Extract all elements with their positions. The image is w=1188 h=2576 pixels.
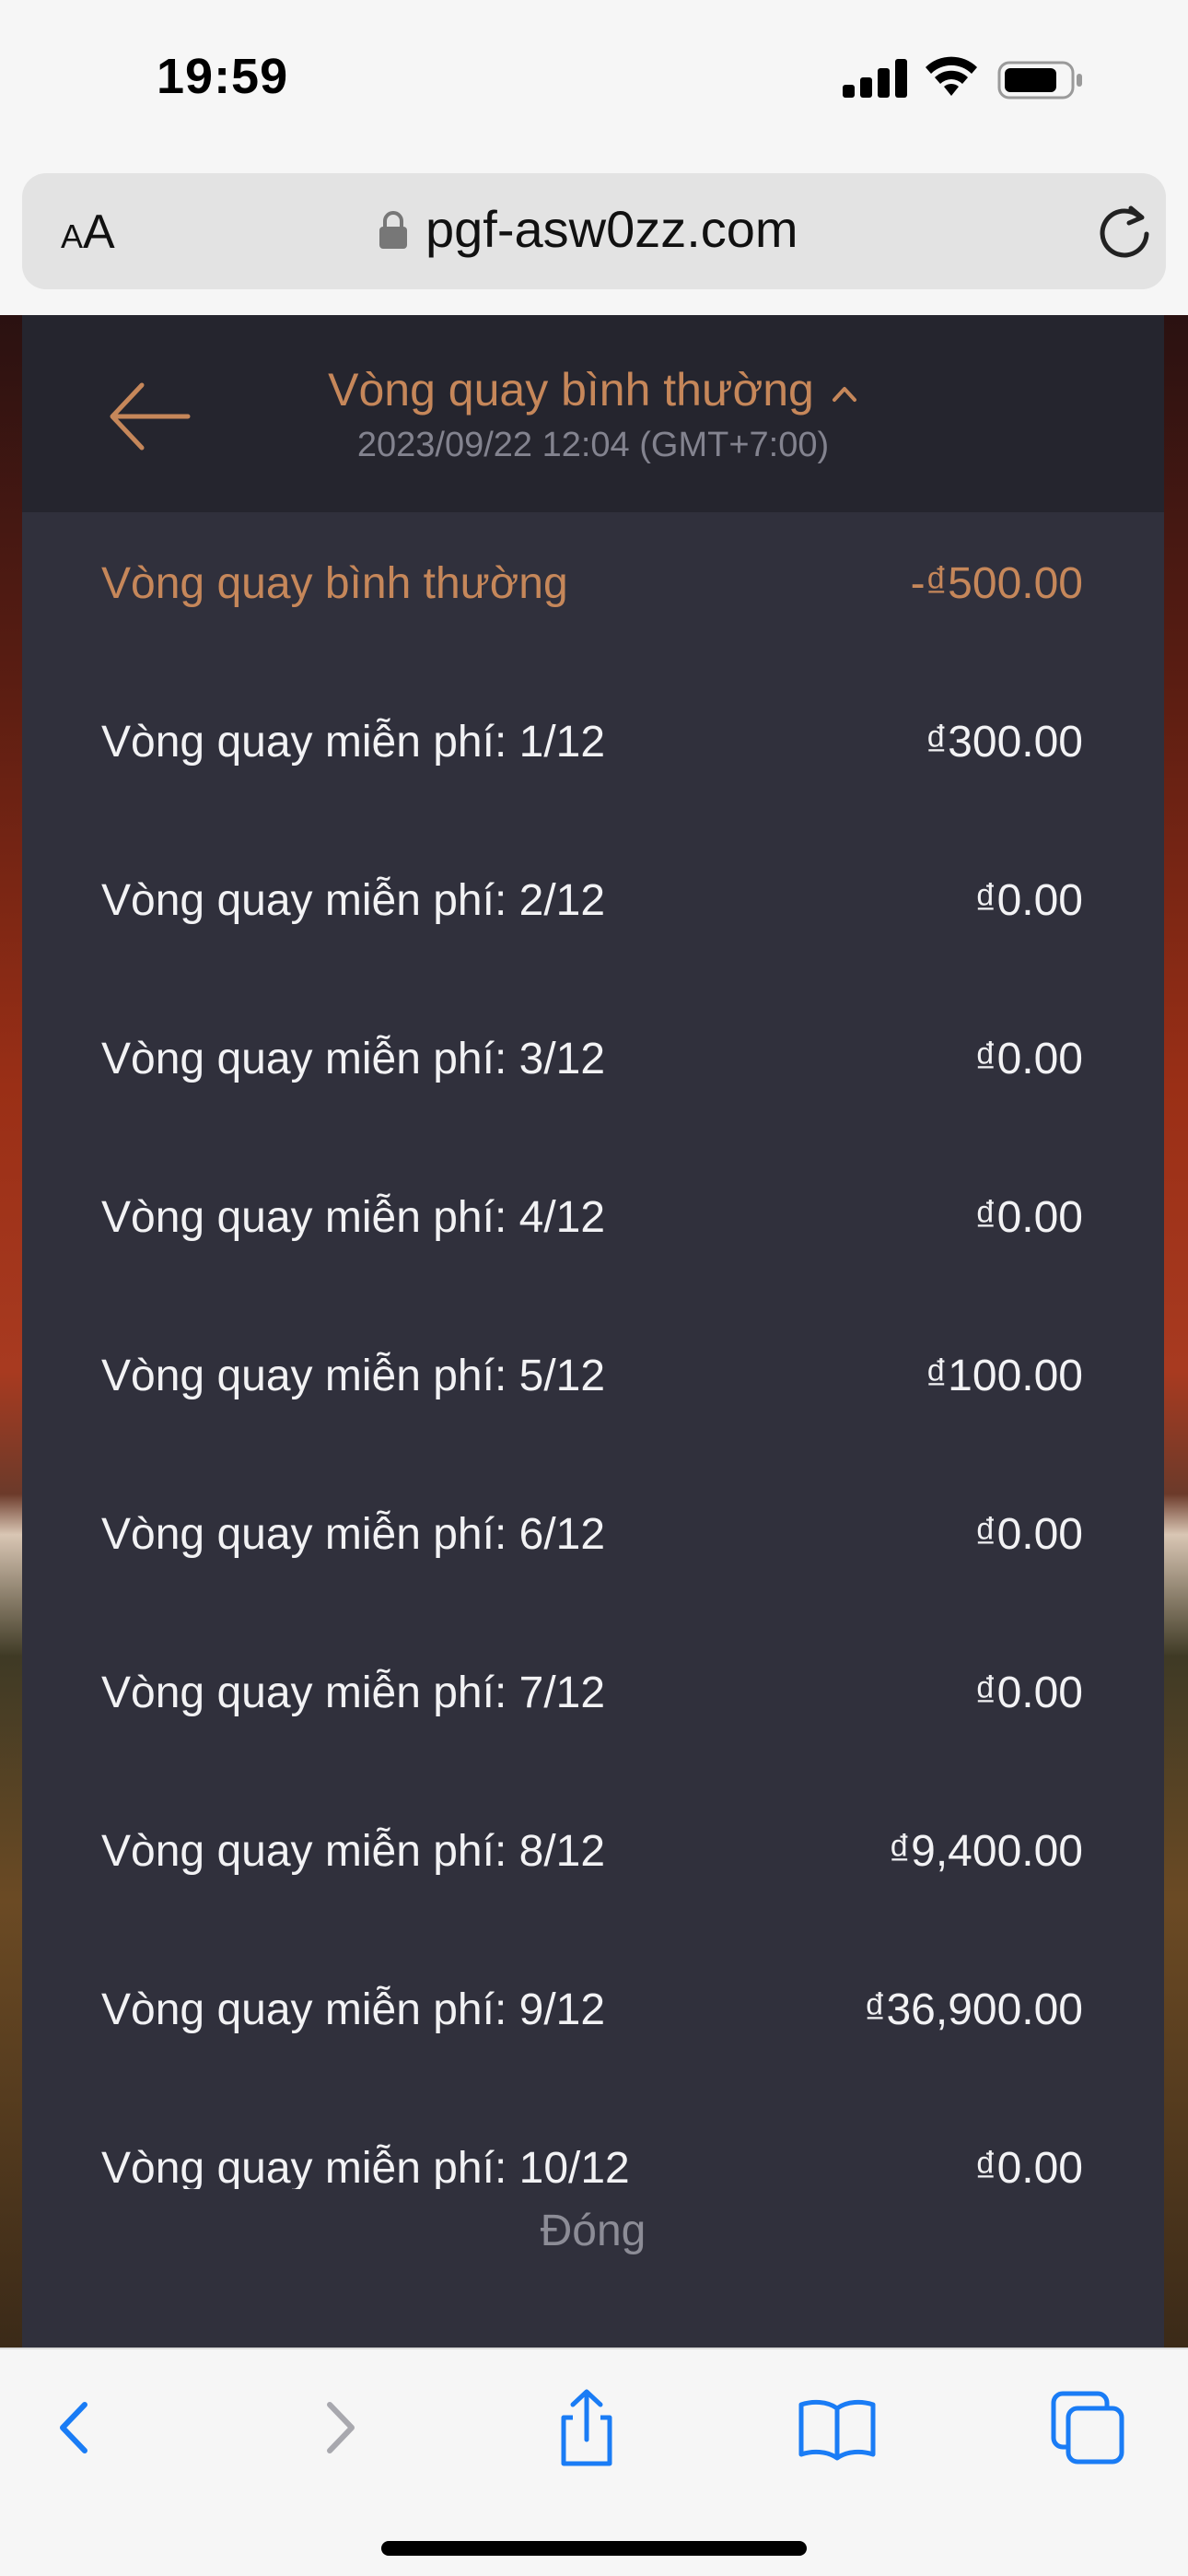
modal-title-text: Vòng quay bình thường [328,364,814,416]
status-bar: 19:59 [0,0,1188,166]
list-item: Vòng quay miễn phí: 7/12 ₫0.00 [101,1669,1083,1717]
bookmarks-icon[interactable] [796,2386,879,2469]
list-item: Vòng quay miễn phí: 10/12 ₫0.00 [101,2144,1083,2189]
lock-icon [379,211,407,249]
list-item: Vòng quay miễn phí: 8/12 ₫9,400.00 [101,1827,1083,1876]
home-indicator [381,2541,807,2556]
spin-list[interactable]: Vòng quay bình thường -₫500.00 Vòng quay… [22,512,1164,2189]
back-icon[interactable] [35,2386,118,2469]
modal-subtitle: 2023/09/22 12:04 (GMT+7:00) [356,426,830,464]
status-time: 19:59 [157,49,289,104]
tabs-icon[interactable] [1046,2386,1129,2469]
reader-settings-button[interactable]: AA [61,205,115,260]
list-item: Vòng quay miễn phí: 3/12 ₫0.00 [101,1035,1083,1083]
spin-details-modal: Vòng quay bình thường 2023/09/22 12:04 (… [22,315,1164,2348]
list-item: Vòng quay miễn phí: 4/12 ₫0.00 [101,1193,1083,1242]
list-item: Vòng quay miễn phí: 5/12 ₫100.00 [101,1352,1083,1400]
battery-icon [997,61,1082,100]
reload-icon[interactable] [1094,201,1155,262]
modal-title[interactable]: Vòng quay bình thường [22,363,1164,416]
wifi-icon [926,56,977,96]
web-content: Vòng quay bình thường 2023/09/22 12:04 (… [0,315,1188,2348]
close-button[interactable]: Đóng [22,2206,1164,2256]
list-item: Vòng quay miễn phí: 6/12 ₫0.00 [101,1510,1083,1559]
cellular-signal-icon [843,57,907,98]
list-item: Vòng quay miễn phí: 1/12 ₫300.00 [101,718,1083,767]
list-item: Vòng quay bình thường -₫500.00 [101,559,1083,608]
list-item: Vòng quay miễn phí: 2/12 ₫0.00 [101,876,1083,925]
share-icon[interactable] [545,2386,628,2469]
url-text[interactable]: pgf-asw0zz.com [425,199,798,259]
address-bar[interactable]: AA pgf-asw0zz.com [22,173,1166,289]
list-item: Vòng quay miễn phí: 9/12 ₫36,900.00 [101,1985,1083,2034]
forward-icon[interactable] [297,2386,379,2469]
modal-header: Vòng quay bình thường 2023/09/22 12:04 (… [22,315,1164,512]
chevron-up-icon [832,386,856,402]
